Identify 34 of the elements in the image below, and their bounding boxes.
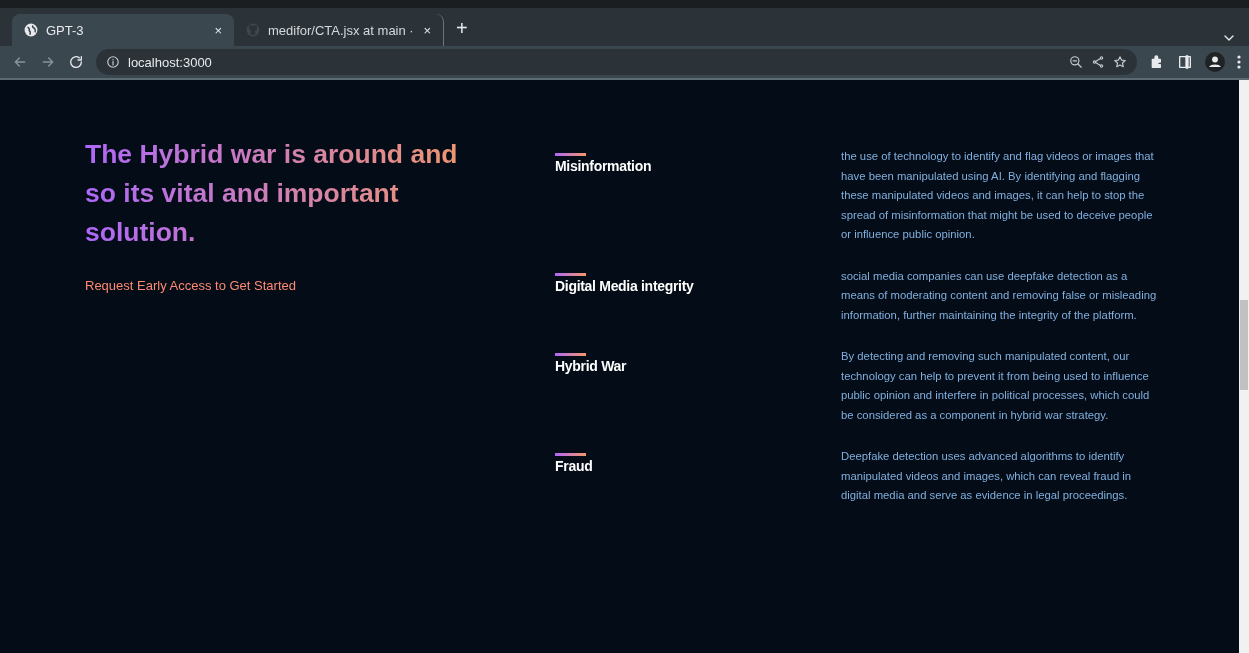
- browser-tab[interactable]: GPT-3 ×: [12, 14, 234, 46]
- early-access-link[interactable]: Request Early Access to Get Started: [85, 278, 296, 293]
- feature-description: Deepfake detection uses advanced algorithms to identify manipulated videos and images, which can reveal fraud in digital media and serve as evidence in legal proceedings.: [841, 449, 1133, 503]
- tab-title: medifor/CTA.jsx at main ·: [268, 22, 415, 38]
- side-panel-icon[interactable]: [1177, 54, 1193, 70]
- gradient-bar: [555, 272, 586, 276]
- feature-description: the use of technology to identify and flag videos or images that have been manipulated using AI. By identifying and flagging these manipulated videos and images, it can help to stop the spread of misinformation that might be used to deceive people or influence public opinion.: [841, 149, 1155, 242]
- reload-icon[interactable]: [68, 54, 84, 70]
- zoom-out-icon[interactable]: [1069, 55, 1083, 69]
- address-bar[interactable]: localhost:3000: [96, 49, 1137, 75]
- feature-title: Misinformation: [555, 158, 653, 174]
- back-icon[interactable]: [12, 54, 28, 70]
- forward-icon[interactable]: [40, 54, 56, 70]
- feature-description: social media companies can use deepfake detection as a means of moderating content and removing false or misleading information, further maintaining the integrity of the platform.: [841, 268, 1158, 323]
- menu-icon[interactable]: [1237, 55, 1241, 69]
- scrollbar[interactable]: [1239, 80, 1249, 653]
- info-icon[interactable]: [106, 55, 120, 69]
- new-tab-button[interactable]: +: [456, 17, 468, 40]
- gradient-bar: [555, 353, 586, 356]
- gradient-bar: [555, 153, 586, 156]
- avatar-icon[interactable]: [1205, 52, 1225, 72]
- share-icon[interactable]: [1091, 55, 1105, 69]
- feature-description: By detecting and removing such manipulated content, our technology can help to prevent it from being used to influence public opinion and interfere in political processes, which could be considered as a component in hybrid war strategy.: [841, 349, 1151, 423]
- star-icon[interactable]: [1113, 55, 1127, 69]
- feature-title: Digital Media integrity: [555, 277, 695, 294]
- tab-title: GPT-3: [46, 22, 85, 38]
- url-text: localhost:3000: [128, 54, 212, 70]
- gradient-bar: [555, 453, 586, 456]
- feature-title: Hybrid War: [555, 358, 628, 374]
- feature-title: Fraud: [555, 458, 594, 474]
- close-icon[interactable]: ×: [423, 22, 431, 38]
- globe-icon: [24, 23, 38, 37]
- scrollbar-thumb[interactable]: [1240, 300, 1248, 390]
- close-icon[interactable]: ×: [214, 22, 222, 38]
